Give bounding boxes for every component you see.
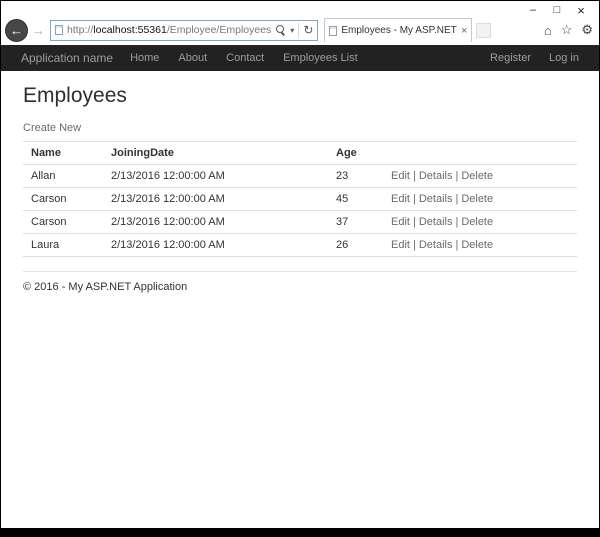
cell-name: Carson	[23, 210, 103, 234]
col-header-name: Name	[23, 141, 103, 165]
tab-title: Employees - My ASP.NET A...	[341, 25, 457, 36]
new-tab-button[interactable]	[476, 22, 492, 38]
edit-link[interactable]: Edit	[391, 193, 410, 205]
create-new-link[interactable]: Create New	[23, 122, 81, 134]
delete-link[interactable]: Delete	[461, 239, 493, 251]
url-path: /Employee/Employees	[166, 24, 272, 36]
details-link[interactable]: Details	[419, 239, 453, 251]
minimize-button[interactable]: –	[521, 4, 545, 17]
col-header-age: Age	[328, 141, 383, 165]
cell-actions: Edit | Details | Delete	[383, 164, 577, 188]
cell-joiningdate: 2/13/2016 12:00:00 AM	[103, 210, 328, 234]
navbar-brand[interactable]: Application name	[21, 51, 113, 65]
cell-actions: Edit | Details | Delete	[383, 187, 577, 211]
page-title: Employees	[23, 84, 127, 107]
browser-toolbar: ← → http://localhost:55361/Employee/Empl…	[1, 18, 599, 45]
cell-actions: Edit | Details | Delete	[383, 210, 577, 234]
window-bottom-edge	[1, 528, 599, 536]
table-header-row: Name JoiningDate Age	[23, 141, 577, 165]
details-link[interactable]: Details	[419, 170, 453, 182]
maximize-button[interactable]: □	[545, 4, 569, 17]
cell-age: 26	[328, 233, 383, 257]
nav-employees-list[interactable]: Employees List	[283, 52, 358, 64]
url-host: localhost:55361	[93, 24, 167, 36]
cell-age: 37	[328, 210, 383, 234]
action-separator: |	[412, 216, 416, 228]
favorites-star-icon[interactable]: ☆	[561, 22, 573, 38]
browser-tab[interactable]: Employees - My ASP.NET A... ×	[324, 18, 473, 42]
nav-contact[interactable]: Contact	[226, 52, 264, 64]
url-scheme: http://	[67, 24, 94, 36]
settings-gear-icon[interactable]: ⚙	[581, 22, 593, 38]
window-close-button[interactable]: ×	[569, 4, 593, 17]
delete-link[interactable]: Delete	[461, 170, 493, 182]
table-row: Allan 2/13/2016 12:00:00 AM 23 Edit | Deta…	[23, 164, 577, 188]
browser-window: – □ × ← → http://localhost:55361/Employe…	[0, 0, 600, 537]
action-separator: |	[412, 239, 416, 251]
cell-name: Carson	[23, 187, 103, 211]
navbar-links: Home About Contact Employees List	[130, 52, 377, 64]
action-separator: |	[412, 193, 416, 205]
page-favicon-icon	[55, 25, 63, 35]
addressbar-divider	[298, 23, 300, 37]
navbar-account-links: Register Log in	[472, 52, 579, 64]
tab-close-icon[interactable]: ×	[461, 25, 467, 37]
tab-favicon-icon	[329, 25, 338, 36]
table-row: Carson 2/13/2016 12:00:00 AM 45 Edit | Det…	[23, 187, 577, 211]
cell-name: Laura	[23, 233, 103, 257]
nav-login[interactable]: Log in	[549, 52, 579, 64]
cell-age: 45	[328, 187, 383, 211]
cell-actions: Edit | Details | Delete	[383, 233, 577, 257]
nav-about[interactable]: About	[178, 52, 207, 64]
page-content: Employees Create New Name JoiningDate Ag…	[1, 71, 599, 528]
forward-button[interactable]: →	[31, 22, 45, 38]
cell-name: Allan	[23, 164, 103, 188]
home-icon[interactable]: ⌂	[544, 23, 552, 38]
edit-link[interactable]: Edit	[391, 170, 410, 182]
search-dropdown-icon[interactable]: ▾	[290, 26, 294, 35]
table-row: Laura 2/13/2016 12:00:00 AM 26 Edit | Deta…	[23, 233, 577, 257]
action-separator: |	[412, 170, 416, 182]
table-row: Carson 2/13/2016 12:00:00 AM 37 Edit | Det…	[23, 210, 577, 234]
delete-link[interactable]: Delete	[461, 216, 493, 228]
action-separator: |	[455, 170, 459, 182]
details-link[interactable]: Details	[419, 193, 453, 205]
edit-link[interactable]: Edit	[391, 216, 410, 228]
window-titlebar: – □ ×	[1, 1, 599, 18]
action-separator: |	[455, 239, 459, 251]
browser-action-icons: ⌂ ☆ ⚙	[544, 22, 593, 38]
back-icon: ←	[10, 22, 23, 38]
col-header-actions	[383, 141, 577, 165]
url-text: http://localhost:55361/Employee/Employee…	[67, 24, 271, 36]
back-button[interactable]: ←	[5, 18, 28, 42]
cell-joiningdate: 2/13/2016 12:00:00 AM	[103, 187, 328, 211]
action-separator: |	[455, 216, 459, 228]
nav-home[interactable]: Home	[130, 52, 159, 64]
address-bar[interactable]: http://localhost:55361/Employee/Employee…	[50, 19, 319, 41]
refresh-icon[interactable]: ↻	[303, 23, 313, 37]
action-separator: |	[455, 193, 459, 205]
employees-table: Name JoiningDate Age Allan 2/13/2016 12:…	[23, 141, 577, 257]
search-icon[interactable]	[275, 24, 286, 36]
cell-joiningdate: 2/13/2016 12:00:00 AM	[103, 164, 328, 188]
app-navbar: Application name Home About Contact Empl…	[1, 45, 599, 71]
nav-register[interactable]: Register	[490, 52, 531, 64]
cell-joiningdate: 2/13/2016 12:00:00 AM	[103, 233, 328, 257]
edit-link[interactable]: Edit	[391, 239, 410, 251]
footer-copyright: © 2016 - My ASP.NET Application	[23, 281, 188, 293]
cell-age: 23	[328, 164, 383, 188]
col-header-joiningdate: JoiningDate	[103, 141, 328, 165]
delete-link[interactable]: Delete	[461, 193, 493, 205]
details-link[interactable]: Details	[419, 216, 453, 228]
